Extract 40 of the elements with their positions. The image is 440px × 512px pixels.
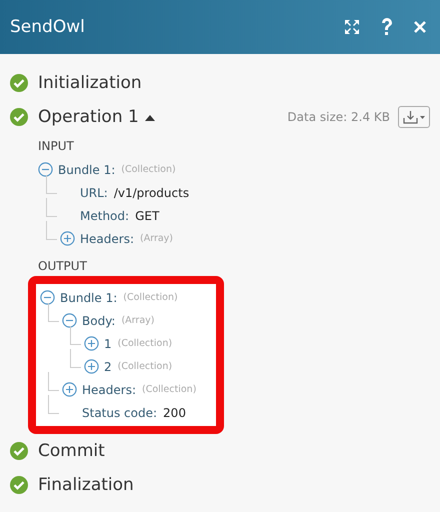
step-label[interactable]: Operation 1 <box>38 107 139 127</box>
field-name: Headers: <box>80 232 134 246</box>
type-hint: (Collection) <box>142 384 196 395</box>
field-value: 200 <box>163 406 186 420</box>
fullscreen-icon[interactable] <box>344 19 360 35</box>
type-hint: (Collection) <box>121 164 176 175</box>
field-name: Bundle 1: <box>60 290 118 304</box>
window-title: SendOwl <box>10 17 86 37</box>
expand-icon[interactable] <box>62 382 77 397</box>
expand-icon[interactable] <box>60 231 75 246</box>
field-name: 2 <box>104 360 112 374</box>
type-hint: (Collection) <box>118 361 172 372</box>
download-button[interactable] <box>398 106 430 128</box>
type-hint: (Collection) <box>123 292 178 303</box>
field-name: Headers: <box>82 382 136 396</box>
help-icon[interactable] <box>380 18 394 36</box>
close-icon[interactable] <box>414 21 426 33</box>
type-hint: (Array) <box>121 315 154 326</box>
field-value: /v1/products <box>114 186 190 200</box>
field-name: Method: <box>80 208 130 222</box>
step-label[interactable]: Commit <box>38 441 105 461</box>
collapse-icon[interactable] <box>40 290 55 305</box>
collapse-icon[interactable] <box>62 313 77 328</box>
collapse-icon[interactable] <box>38 162 53 177</box>
field-name: Status code: <box>82 406 158 420</box>
data-size: Data size: 2.4 KB <box>287 110 390 124</box>
type-hint: (Array) <box>140 233 173 244</box>
field-name: Bundle 1: <box>58 162 116 176</box>
section-heading: INPUT <box>38 138 75 155</box>
caret-icon[interactable] <box>144 114 155 120</box>
expand-icon[interactable] <box>84 359 99 374</box>
field-value: GET <box>135 208 160 222</box>
field-name: URL: <box>80 186 108 200</box>
step-label[interactable]: Initialization <box>38 73 142 93</box>
section-heading: OUTPUT <box>38 258 88 275</box>
field-name: Body: <box>82 314 116 328</box>
field-name: 1 <box>104 336 112 350</box>
step-label[interactable]: Finalization <box>38 475 134 495</box>
type-hint: (Collection) <box>118 338 172 349</box>
expand-icon[interactable] <box>84 336 99 351</box>
